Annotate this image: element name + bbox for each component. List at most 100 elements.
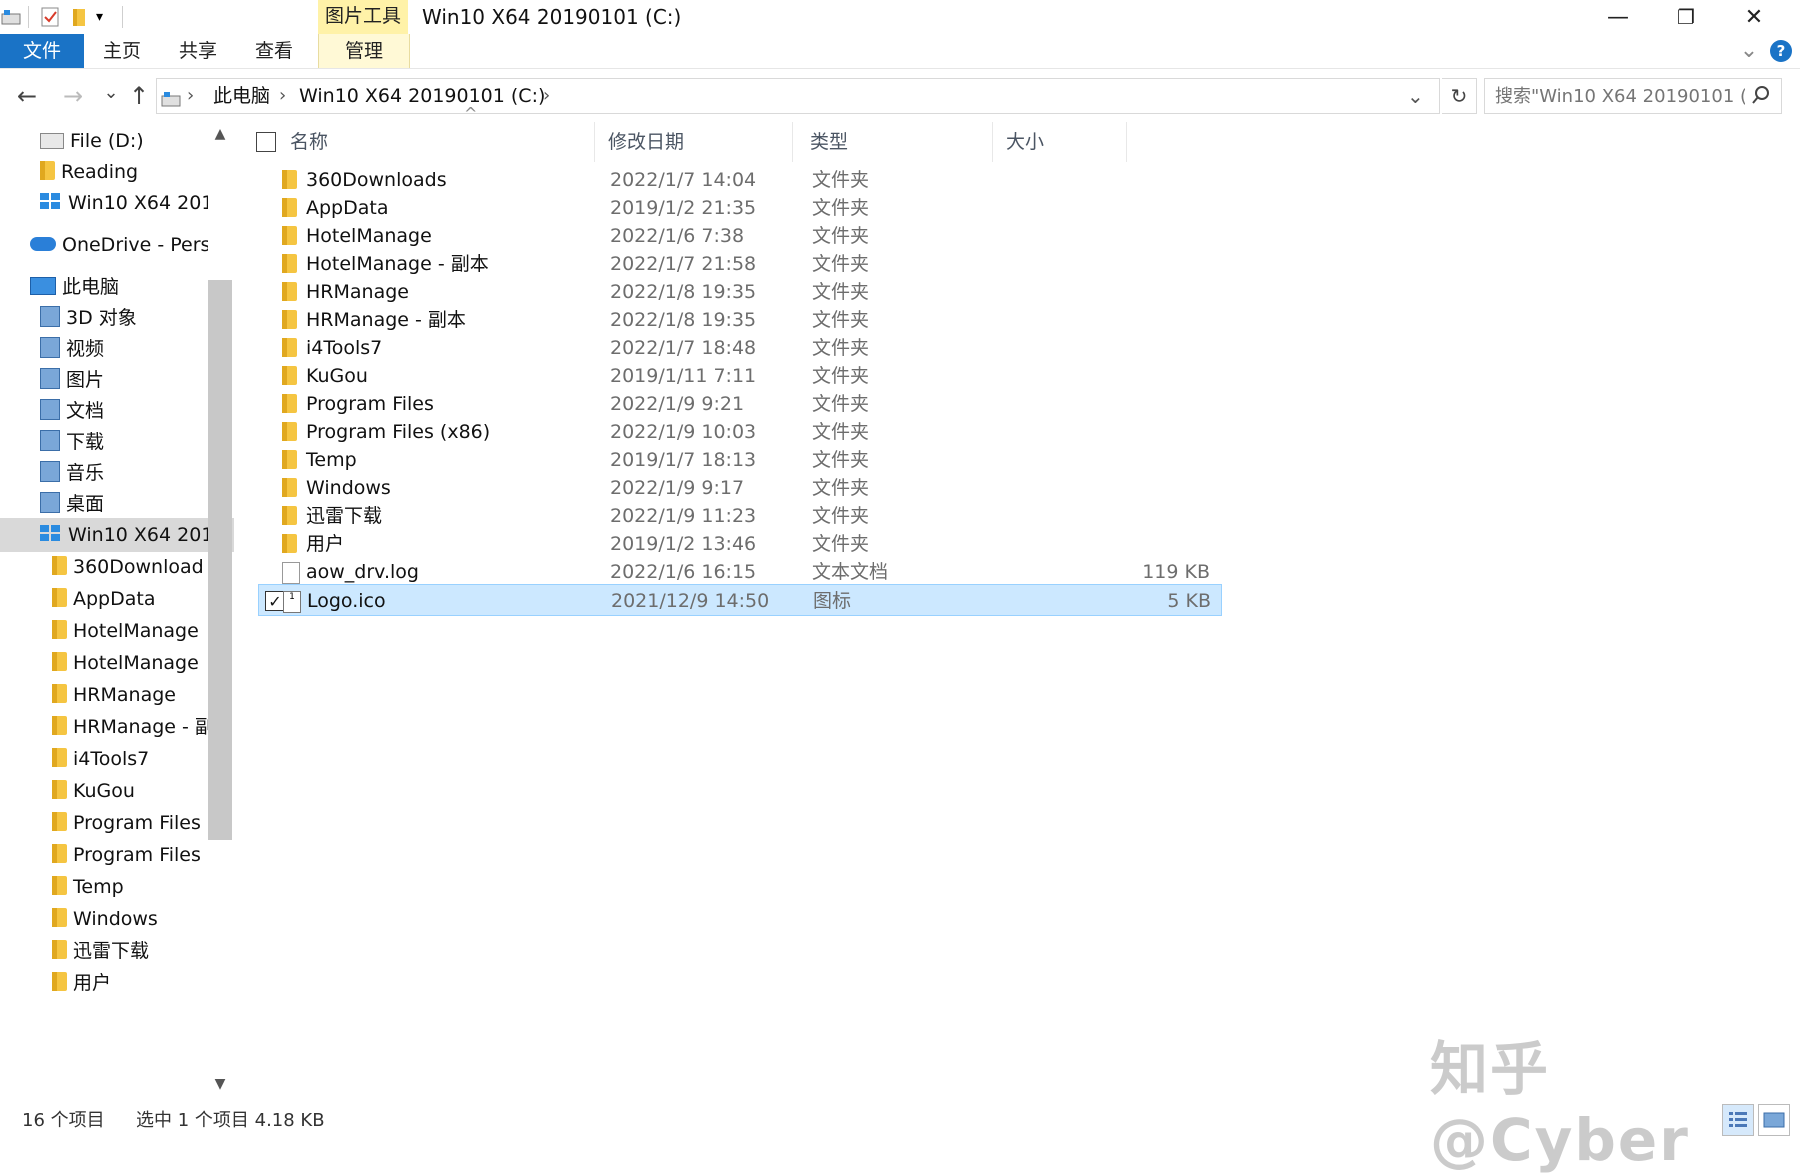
nav-item-label: KuGou <box>73 780 135 802</box>
nav-item[interactable]: KuGou <box>0 774 234 808</box>
customize-quick-access-icon[interactable]: ▾ <box>96 6 118 28</box>
nav-item[interactable]: Program Files <box>0 838 234 872</box>
close-button[interactable]: ✕ <box>1720 0 1788 34</box>
explorer-app-icon[interactable] <box>0 6 22 28</box>
nav-item-label: Temp <box>73 876 124 898</box>
nav-item[interactable]: HRManage - 副 <box>0 710 234 744</box>
search-icon[interactable] <box>1751 85 1771 110</box>
column-header-size[interactable]: 大小 <box>1006 122 1044 162</box>
folder-icon <box>52 748 67 767</box>
column-separator[interactable] <box>1126 122 1127 162</box>
help-icon[interactable]: ? <box>1770 40 1792 62</box>
music-icon <box>40 461 60 482</box>
tab-home[interactable]: 主页 <box>90 34 154 68</box>
address-bar[interactable]: › 此电脑 › Win10 X64 20190101 (C:) › ⌄ <box>156 78 1440 114</box>
scroll-down-icon[interactable]: ▼ <box>208 1072 232 1096</box>
watermark: 知乎 @Cyber <box>1430 1035 1690 1174</box>
nav-item[interactable]: Windows <box>0 902 234 936</box>
folder-icon <box>282 254 297 277</box>
selection-info: 选中 1 个项目 4.18 KB <box>136 1110 325 1131</box>
minimize-button[interactable]: — <box>1584 0 1652 34</box>
nav-item[interactable]: 用户 <box>0 966 234 1000</box>
column-separator[interactable] <box>594 122 595 162</box>
tab-share[interactable]: 共享 <box>166 34 230 68</box>
nav-item-label: 桌面 <box>66 493 105 515</box>
folder-icon <box>52 780 67 799</box>
nav-item[interactable]: 文档 <box>0 394 234 428</box>
nav-item-label: Reading <box>61 161 139 183</box>
folder-icon <box>52 652 67 671</box>
column-separator[interactable] <box>792 122 793 162</box>
search-input[interactable] <box>1485 79 1745 113</box>
file-row[interactable]: ✓ 1 Logo.ico 2021/12/9 14:50 图标 5 KB <box>258 584 1222 616</box>
nav-item[interactable]: 下载 <box>0 425 234 459</box>
folder-icon <box>282 170 297 193</box>
nav-item[interactable]: 桌面 <box>0 487 234 521</box>
column-header-date-modified[interactable]: 修改日期 <box>608 122 684 162</box>
this-pc-icon <box>161 85 183 119</box>
scrollbar-thumb[interactable] <box>208 280 232 840</box>
nav-item[interactable]: 迅雷下载 <box>0 934 234 968</box>
column-header-type[interactable]: 类型 <box>810 122 848 162</box>
folder-icon <box>52 556 67 575</box>
folder-icon <box>282 422 297 445</box>
picture-tools-context-label: 图片工具 <box>318 0 408 34</box>
nav-item[interactable]: Reading <box>0 155 234 189</box>
nav-item[interactable]: HotelManage <box>0 646 234 680</box>
file-size: 5 KB <box>1167 590 1211 612</box>
back-button[interactable]: ← <box>12 82 42 110</box>
recent-locations-button[interactable]: ⌄ <box>96 82 126 103</box>
nav-item-label: HotelManage <box>73 652 199 674</box>
nav-item[interactable]: i4Tools7 <box>0 742 234 776</box>
search-box[interactable] <box>1484 78 1782 114</box>
folder-icon <box>52 684 67 703</box>
file-list: 名称 ^ 修改日期 类型 大小 360Downloads 2022/1/7 14:… <box>248 104 1800 1096</box>
nav-item-label: 360Download <box>73 556 204 578</box>
navigation-scrollbar[interactable]: ▲ ▼ <box>208 122 232 1096</box>
window-title: Win10 X64 20190101 (C:) <box>422 5 682 29</box>
nav-item[interactable]: Win10 X64 201 <box>0 186 234 220</box>
select-all-checkbox[interactable] <box>256 132 276 152</box>
tab-file[interactable]: 文件 <box>0 34 84 68</box>
nav-item-label: Windows <box>73 908 158 930</box>
tab-manage[interactable]: 管理 <box>318 34 410 68</box>
breadcrumb-this-pc[interactable]: 此电脑 <box>213 79 270 113</box>
nav-item[interactable]: AppData <box>0 582 234 616</box>
row-checkbox[interactable]: ✓ <box>265 591 285 611</box>
this-pc-icon <box>30 276 56 295</box>
nav-item[interactable]: Win10 X64 201 <box>0 518 234 552</box>
nav-item-label: File (D:) <box>70 130 144 152</box>
new-folder-icon[interactable] <box>70 6 92 28</box>
scroll-up-icon[interactable]: ▲ <box>208 122 232 146</box>
downloads-icon <box>40 430 60 451</box>
refresh-button[interactable]: ↻ <box>1442 78 1477 114</box>
windows-drive-icon <box>40 524 62 543</box>
address-dropdown-icon[interactable]: ⌄ <box>1407 79 1424 113</box>
nav-item[interactable]: 图片 <box>0 363 234 397</box>
nav-item[interactable]: Temp <box>0 870 234 904</box>
nav-item[interactable]: HRManage <box>0 678 234 712</box>
nav-item[interactable]: 360Download <box>0 550 234 584</box>
restore-button[interactable]: ❐ <box>1652 0 1720 34</box>
nav-item[interactable]: Program Files <box>0 806 234 840</box>
forward-button[interactable]: → <box>58 82 88 110</box>
nav-item[interactable]: 视频 <box>0 332 234 366</box>
ribbon-tab-bar: 文件 主页 共享 查看 管理 ⌄ ? <box>0 34 1800 69</box>
nav-item[interactable]: 此电脑 <box>0 270 234 304</box>
properties-icon[interactable] <box>40 6 62 28</box>
nav-item[interactable]: File (D:) <box>0 124 234 158</box>
breadcrumb-drive-c[interactable]: Win10 X64 20190101 (C:) <box>299 79 545 113</box>
folder-icon <box>52 812 67 831</box>
folder-icon <box>52 716 67 735</box>
nav-item[interactable]: 3D 对象 <box>0 301 234 335</box>
file-name: Logo.ico <box>307 590 386 612</box>
breadcrumb-separator: › <box>187 85 195 106</box>
up-button[interactable]: ↑ <box>124 82 154 110</box>
collapse-ribbon-icon[interactable]: ⌄ <box>1734 34 1764 68</box>
tab-view[interactable]: 查看 <box>242 34 306 68</box>
nav-item[interactable]: HotelManage <box>0 614 234 648</box>
nav-item[interactable]: 音乐 <box>0 456 234 490</box>
column-header-name[interactable]: 名称 <box>290 122 328 162</box>
nav-item[interactable]: OneDrive - Persc <box>0 228 234 262</box>
column-separator[interactable] <box>992 122 993 162</box>
